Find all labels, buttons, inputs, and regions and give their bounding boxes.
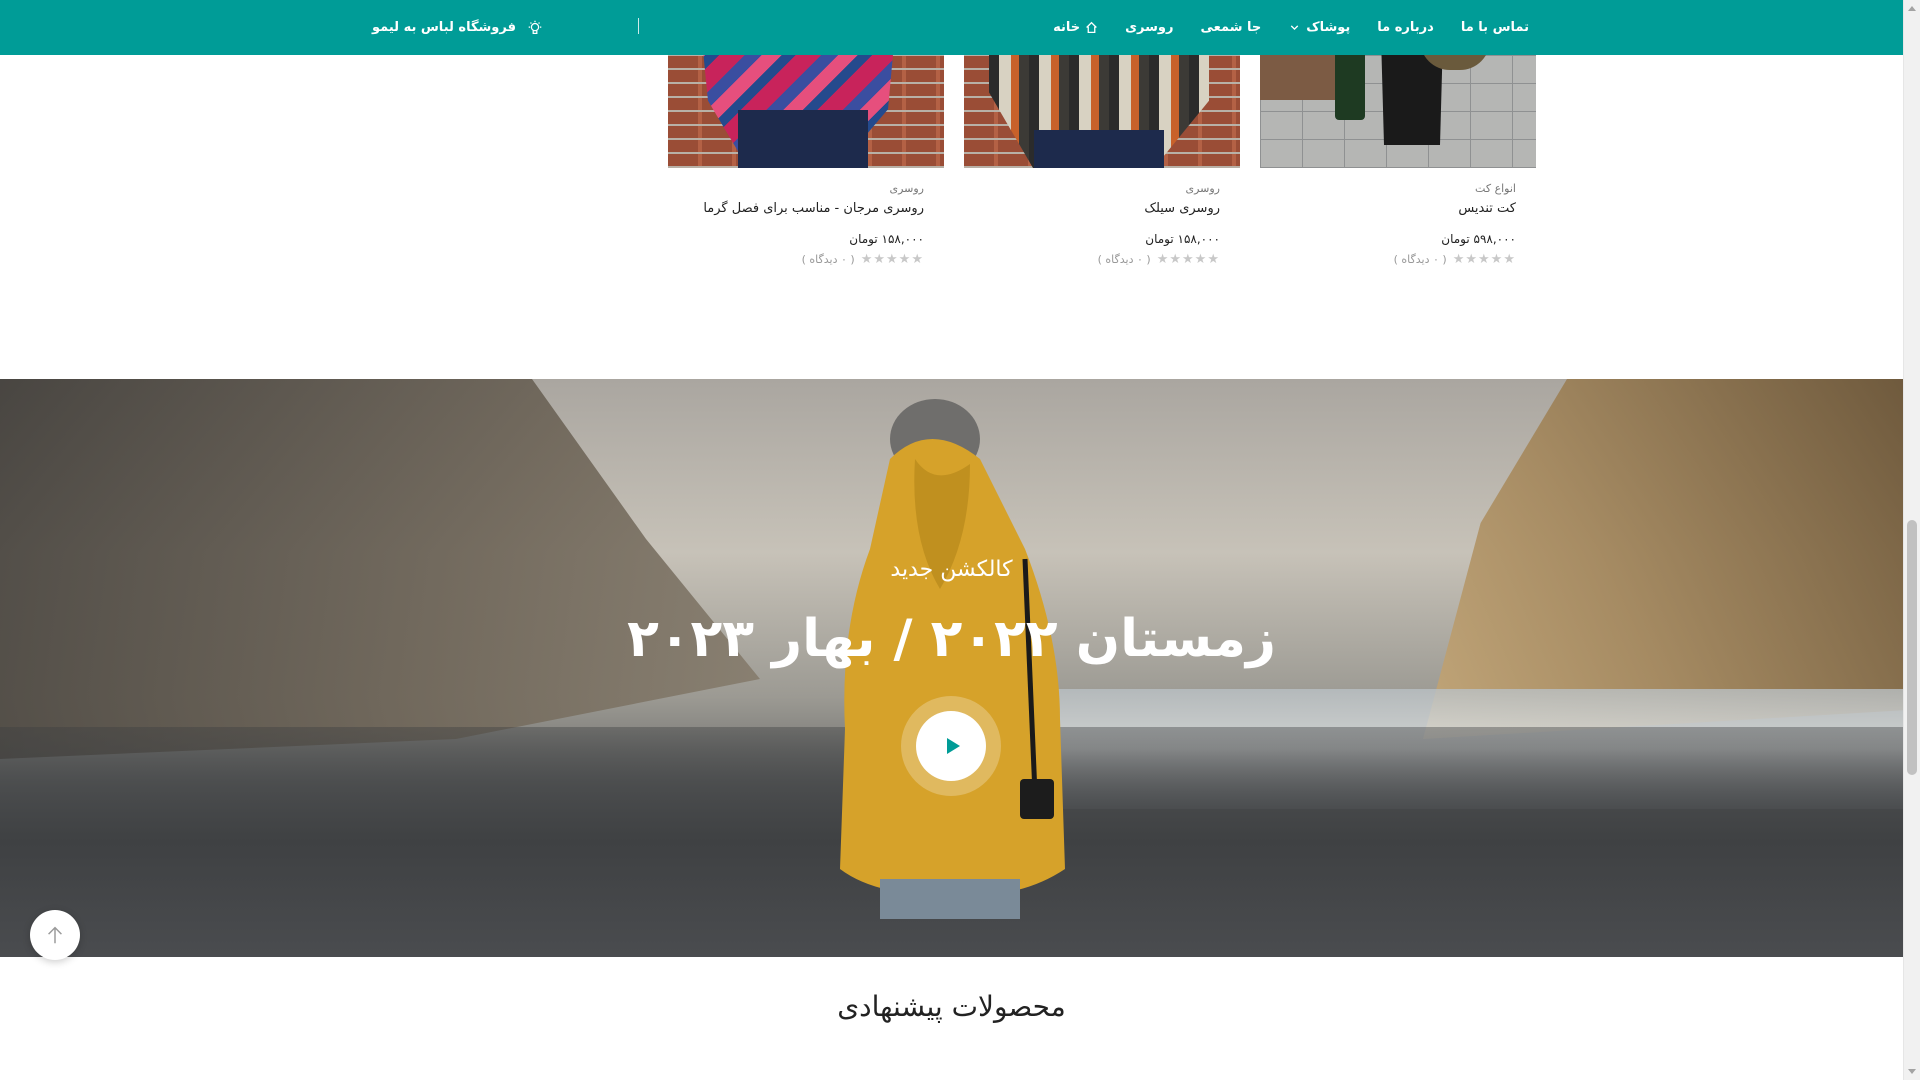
product-price: ۱۵۸,۰۰۰ تومان [1145, 232, 1220, 246]
review-count: ( ۰ دیدگاه ) [1393, 253, 1447, 266]
hero-title: زمستان ۲۰۲۲ / بهار ۲۰۲۳ [627, 609, 1276, 669]
product-rating: ★★★★★ ( ۰ دیدگاه ) [984, 252, 1220, 267]
main-nav: خانه روسری جا شمعی پوشاک درباره ما تماس … [1053, 0, 1529, 55]
scrollbar-thumb[interactable] [1907, 520, 1917, 775]
brand-name: فروشگاه لباس به لیمو [372, 20, 516, 35]
star-rating-icon: ★★★★★ [860, 252, 924, 267]
nav-item-scarf[interactable]: روسری [1125, 20, 1173, 35]
product-title[interactable]: روسری مرجان - مناسب برای فصل گرما [688, 201, 924, 216]
product-title[interactable]: روسری سیلک [984, 201, 1220, 216]
nav-item-contact[interactable]: تماس با ما [1461, 20, 1529, 35]
nav-divider [638, 18, 639, 34]
nav-item-home[interactable]: خانه [1053, 20, 1098, 35]
product-rating: ★★★★★ ( ۰ دیدگاه ) [688, 252, 924, 267]
top-navbar: خانه روسری جا شمعی پوشاک درباره ما تماس … [0, 0, 1903, 55]
nav-item-label: روسری [1125, 20, 1174, 35]
product-category[interactable]: روسری [984, 182, 1220, 195]
star-rating-icon: ★★★★★ [1452, 252, 1516, 267]
lightbulb-icon [528, 20, 542, 34]
review-count: ( ۰ دیدگاه ) [1097, 253, 1151, 266]
arrow-up-icon [48, 926, 62, 944]
brand-link[interactable]: فروشگاه لباس به لیمو [372, 0, 544, 55]
play-icon [947, 738, 960, 754]
scroll-down-arrow-icon[interactable] [1908, 1069, 1916, 1074]
product-price: ۵۹۸,۰۰۰ تومان [1441, 232, 1516, 246]
nav-item-label: درباره ما [1377, 20, 1434, 35]
play-video-button[interactable] [901, 696, 1001, 796]
hero-subtitle: کالکشن جدید [890, 557, 1013, 582]
home-icon [1086, 21, 1097, 34]
product-category[interactable]: روسری [688, 182, 924, 195]
section-title-recommended: محصولات پیشنهادی [837, 990, 1066, 1023]
chevron-down-icon [1291, 25, 1299, 31]
nav-item-label: جا شمعی [1200, 20, 1262, 35]
product-title[interactable]: کت تندیس [1280, 201, 1516, 216]
hero-banner: کالکشن جدید زمستان ۲۰۲۲ / بهار ۲۰۲۳ [0, 379, 1903, 957]
star-rating-icon: ★★★★★ [1156, 252, 1220, 267]
review-count: ( ۰ دیدگاه ) [801, 253, 855, 266]
nav-item-label: پوشاک [1306, 20, 1351, 35]
product-category[interactable]: انواع کت [1280, 182, 1516, 195]
scroll-up-arrow-icon[interactable] [1908, 6, 1916, 11]
nav-item-about[interactable]: درباره ما [1377, 20, 1434, 35]
nav-item-candle-holder[interactable]: جا شمعی [1200, 20, 1261, 35]
page-scrollbar[interactable] [1903, 0, 1920, 1080]
scroll-to-top-button[interactable] [30, 910, 80, 960]
nav-item-label: تماس با ما [1460, 20, 1529, 35]
product-rating: ★★★★★ ( ۰ دیدگاه ) [1280, 252, 1516, 267]
nav-item-label: خانه [1053, 20, 1081, 35]
product-price: ۱۵۸,۰۰۰ تومان [849, 232, 924, 246]
nav-item-clothing[interactable]: پوشاک [1288, 20, 1350, 35]
